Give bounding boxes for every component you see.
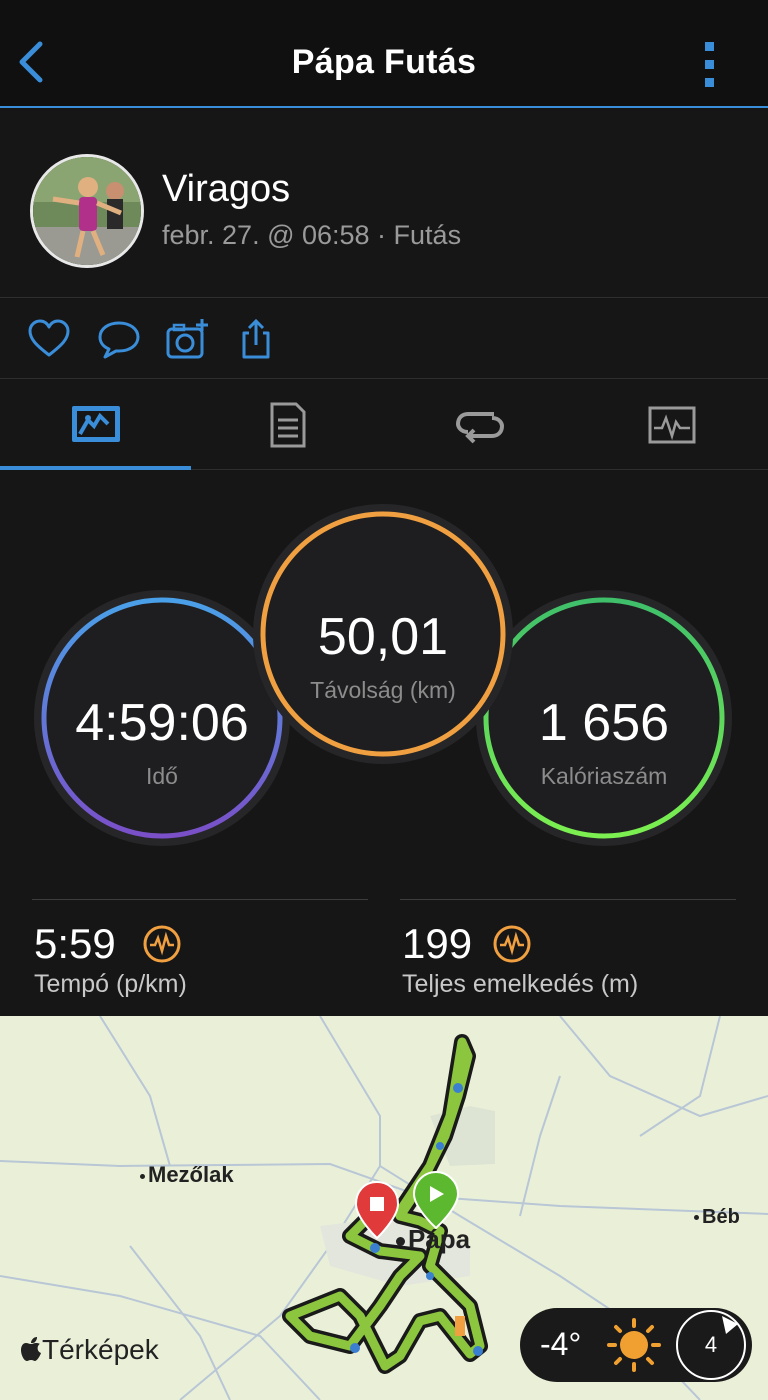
apple-logo-icon [21, 1337, 41, 1361]
wind-speed: 4 [704, 1332, 718, 1357]
place-beb: Béb [694, 1206, 740, 1229]
like-button[interactable] [26, 317, 72, 361]
pace-label: Tempó (p/km) [34, 970, 187, 998]
pace-value: 5:59 [34, 920, 116, 967]
share-button[interactable] [234, 317, 280, 361]
place-mezolak: Mezőlak [140, 1162, 234, 1188]
tab-charts[interactable] [576, 380, 768, 470]
laps-icon [455, 412, 505, 444]
tab-overview[interactable] [0, 380, 192, 470]
add-photo-icon [166, 319, 208, 359]
more-options-button[interactable] [694, 40, 726, 88]
elevation-label: Teljes emelkedés (m) [402, 970, 639, 998]
tab-details[interactable] [192, 380, 384, 470]
elevation-value: 199 [402, 920, 473, 967]
route-map[interactable]: Mezőlak Pápa Béb Térképek -4° 4 [0, 1016, 768, 1400]
active-tab-indicator [0, 466, 191, 470]
summary-stats: 4:59:06 Idő 50,01 Távolság (km) 1 656 Ka… [0, 471, 768, 1016]
pace-metric[interactable]: 5:59 Tempó (p/km) [32, 899, 368, 998]
charts-icon [648, 406, 696, 444]
share-icon [242, 318, 270, 359]
action-bar [0, 299, 768, 379]
distance-label: Távolság (km) [310, 677, 456, 703]
activity-tabs [0, 380, 768, 470]
stat-rings [34, 504, 732, 846]
weather-badge: -4° 4 [520, 1308, 752, 1382]
user-name[interactable]: Viragos [162, 168, 290, 211]
place-papa: Pápa [396, 1224, 470, 1255]
avatar-photo [33, 157, 141, 265]
distance-value: 50,01 [317, 608, 449, 666]
calories-value: 1 656 [538, 694, 670, 752]
elevation-metric[interactable]: 199 Teljes emelkedés (m) [400, 899, 736, 998]
activity-meta: febr. 27. @ 06:58 · Futás [162, 220, 462, 250]
pace-chart-icon [143, 925, 181, 963]
comment-button[interactable] [96, 317, 142, 361]
wind-indicator: 4 [676, 1310, 746, 1380]
heart-icon [28, 319, 70, 357]
sun-icon [607, 1318, 661, 1372]
temperature: -4° [540, 1326, 582, 1362]
time-value: 4:59:06 [75, 694, 249, 752]
maps-attribution: Térképek [20, 1334, 159, 1366]
tab-laps[interactable] [384, 380, 576, 470]
calories-label: Kalóriaszám [540, 763, 668, 789]
add-photo-button[interactable] [164, 317, 210, 361]
details-list-icon [270, 402, 306, 448]
overview-icon [72, 406, 120, 442]
top-bar: Pápa Futás [0, 0, 768, 108]
more-vertical-icon [705, 42, 714, 87]
avatar[interactable] [30, 154, 144, 268]
comment-icon [98, 321, 140, 359]
elevation-chart-icon [493, 925, 531, 963]
activity-header: Viragos febr. 27. @ 06:58 · Futás [0, 110, 768, 298]
time-label: Idő [146, 763, 178, 789]
page-title: Pápa Futás [291, 43, 477, 81]
